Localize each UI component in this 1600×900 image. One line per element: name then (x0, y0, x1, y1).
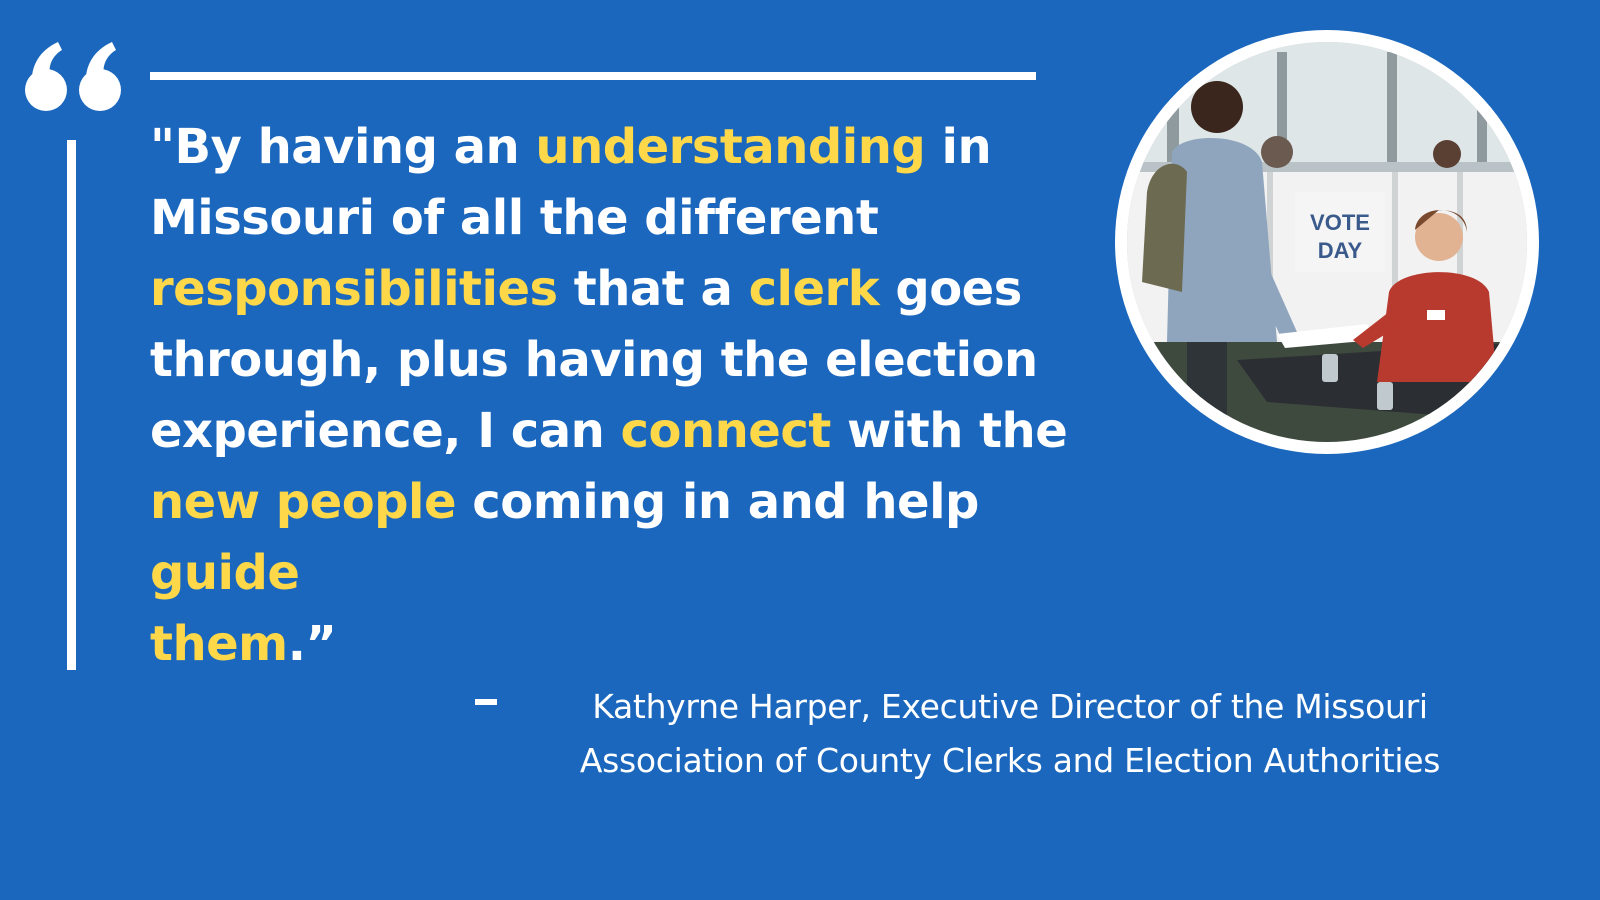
highlight-responsibilities: responsibilities (150, 261, 558, 317)
vote-sign-line2: DAY (1318, 238, 1363, 263)
highlight-guide: guide (150, 545, 300, 601)
highlight-understanding: understanding (535, 119, 926, 175)
quotation-mark-icon (25, 42, 121, 111)
attribution-line2: Association of County Clerks and Electio… (579, 741, 1441, 780)
vote-sign-line1: VOTE (1310, 210, 1370, 235)
highlight-connect: connect (620, 403, 832, 459)
polling-station-photo: VOTE DAY (1115, 30, 1539, 454)
side-divider (67, 140, 76, 670)
attribution: Kathyrne Harper, Executive Director of t… (500, 680, 1520, 788)
quote-text: "By having an understanding in Missouri … (150, 119, 1068, 672)
highlight-them: them (150, 616, 288, 672)
attribution-line1: Kathyrne Harper, Executive Director of t… (592, 687, 1428, 726)
top-divider (150, 72, 1036, 80)
highlight-new-people: new people (150, 474, 457, 530)
highlight-clerk: clerk (748, 261, 880, 317)
attribution-dash (475, 699, 497, 705)
